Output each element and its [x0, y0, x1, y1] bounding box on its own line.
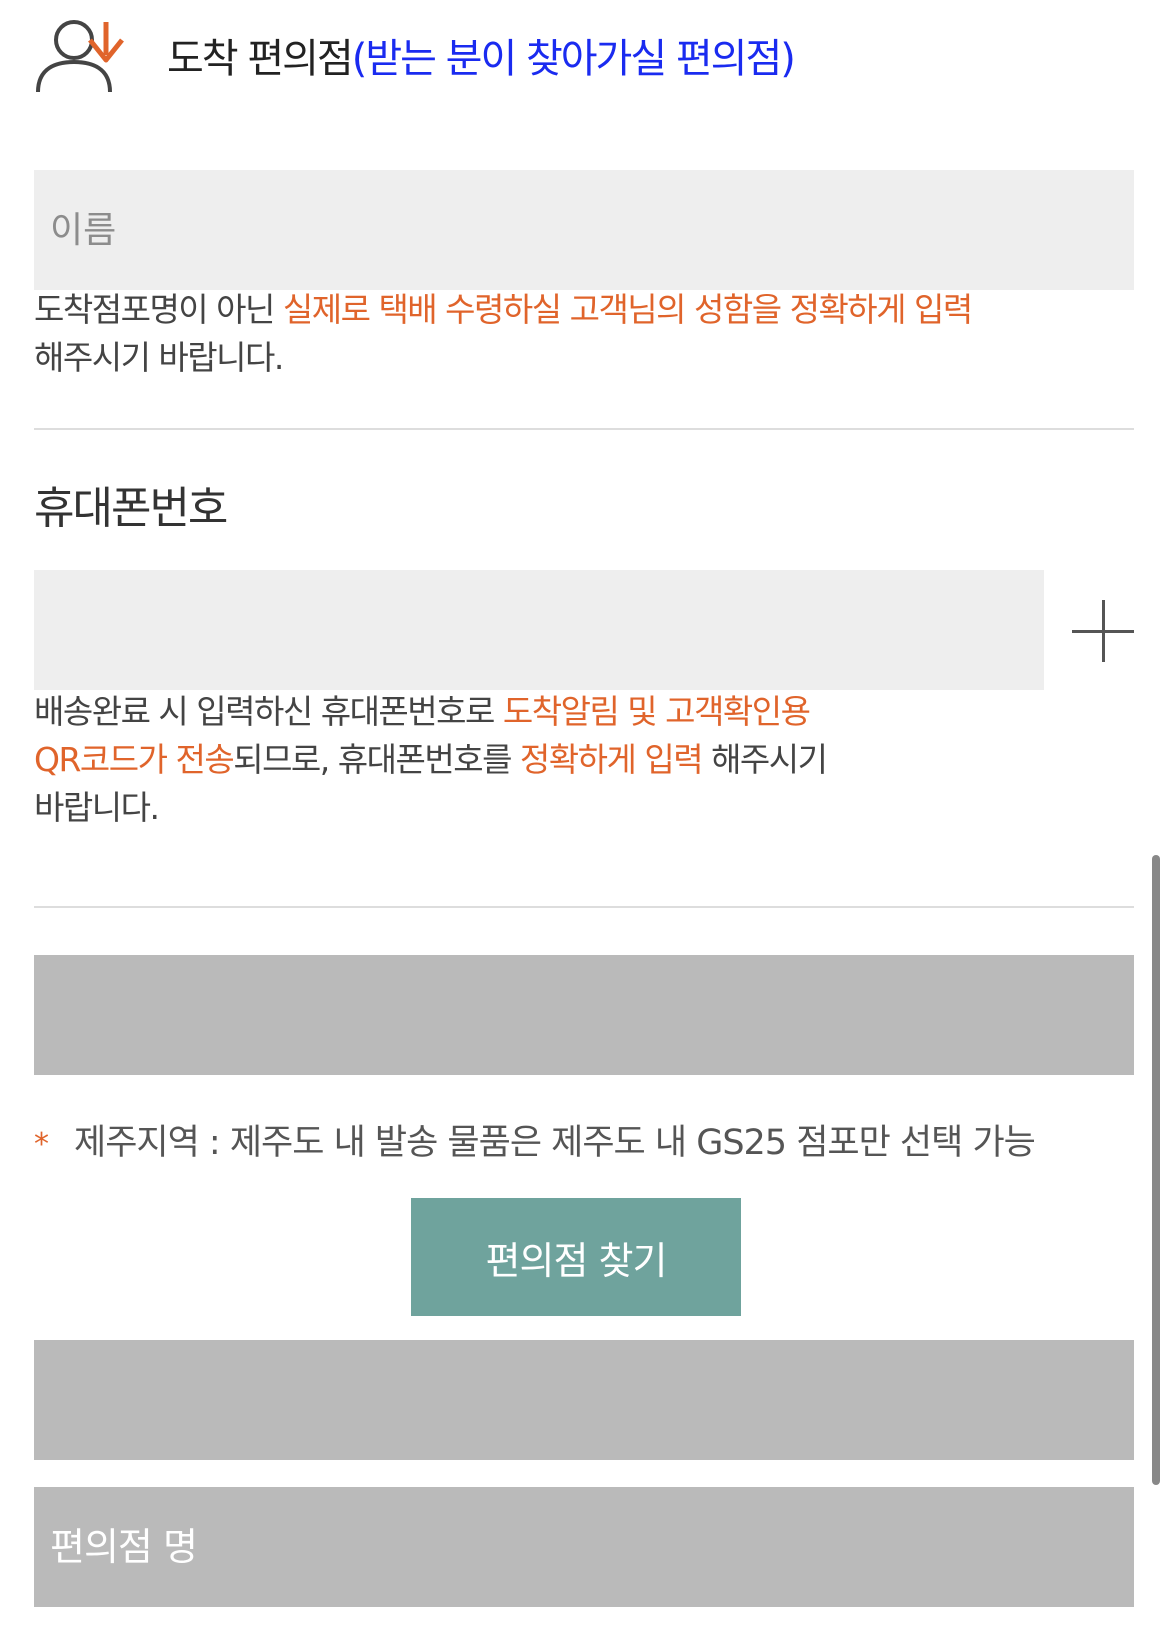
scrollbar[interactable] [1152, 855, 1160, 1485]
header-title: 도착 편의점(받는 분이 찾아가실 편의점) [167, 26, 796, 84]
phone-help-l2-highlight: QR코드가 전송 [34, 740, 235, 779]
recipient-person-icon [36, 20, 124, 93]
phone-help-l1-highlight: 도착알림 및 고객확인용 [502, 692, 811, 731]
divider [34, 906, 1134, 908]
name-help-prefix: 도착점포명이 아닌 [34, 290, 283, 329]
page: 도착 편의점(받는 분이 찾아가실 편의점) 도착점포명이 아닌 실제로 택배 … [0, 0, 1170, 1632]
phone-help-text: 배송완료 시 입력하신 휴대폰번호로 도착알림 및 고객확인용 QR코드가 전송… [34, 688, 828, 832]
phone-help-l1-prefix: 배송완료 시 입력하신 휴대폰번호로 [34, 692, 503, 731]
add-phone-plus-icon[interactable] [1072, 600, 1134, 662]
phone-input[interactable] [34, 570, 1044, 690]
phone-help-l2-mid: 되므로, 휴대폰번호를 [233, 740, 520, 779]
jeju-notice: * 제주지역 : 제주도 내 발송 물품은 제주도 내 GS25 점포만 선택 가… [34, 1114, 1036, 1165]
store-info-field [34, 1340, 1134, 1460]
phone-help-l2-highlight2: 정확하게 입력 [519, 740, 704, 779]
recipient-name-input[interactable] [34, 170, 1134, 290]
header-title-main: 도착 편의점 [167, 36, 354, 82]
name-help-text: 도착점포명이 아닌 실제로 택배 수령하실 고객님의 성함을 정확하게 입력 해… [34, 286, 973, 382]
name-help-highlight: 실제로 택배 수령하실 고객님의 성함을 정확하게 입력 [282, 290, 973, 329]
phone-help-l3: 바랍니다. [34, 788, 160, 827]
section-header: 도착 편의점(받는 분이 찾아가실 편의점) [34, 10, 796, 100]
notice-asterisk: * [34, 1127, 49, 1162]
phone-help-l2-suffix: 해주시기 [702, 740, 828, 779]
header-title-sub: (받는 분이 찾아가실 편의점) [351, 36, 796, 82]
store-name-field: 편의점 명 [34, 1487, 1134, 1607]
store-name-placeholder: 편의점 명 [50, 1525, 198, 1569]
name-help-suffix: 해주시기 바랍니다. [34, 338, 284, 377]
find-store-button[interactable]: 편의점 찾기 [411, 1198, 741, 1316]
divider [34, 428, 1134, 430]
store-address-field [34, 955, 1134, 1075]
notice-text: 제주지역 : 제주도 내 발송 물품은 제주도 내 GS25 점포만 선택 가능 [74, 1123, 1036, 1163]
phone-label: 휴대폰번호 [34, 483, 228, 534]
